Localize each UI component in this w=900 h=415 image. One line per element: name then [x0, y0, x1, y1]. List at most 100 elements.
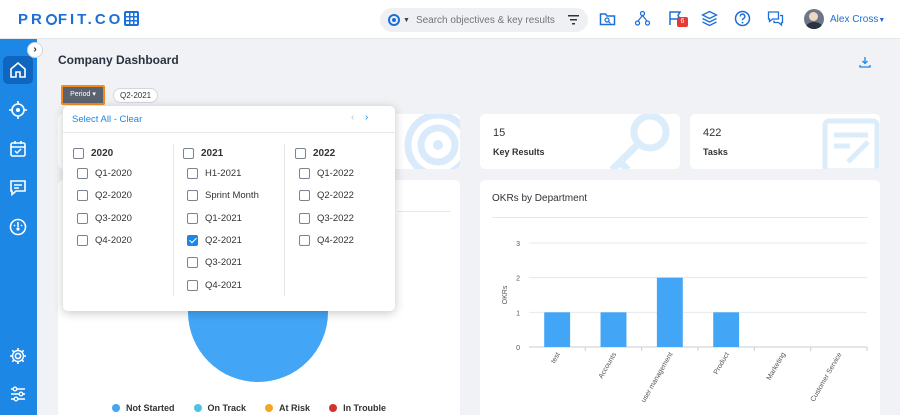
checkbox-icon[interactable]: [299, 234, 310, 246]
checkbox-icon[interactable]: [187, 279, 198, 291]
checkbox-icon[interactable]: [77, 168, 88, 179]
task-calendar-icon[interactable]: [8, 139, 28, 159]
year-checkbox-2[interactable]: 2022: [295, 148, 335, 159]
period-option[interactable]: H1-2021: [187, 168, 241, 179]
y-axis-label: OKRs: [502, 285, 509, 304]
clear-link[interactable]: Clear: [120, 114, 143, 125]
period-button-label: Period: [70, 91, 91, 98]
bar[interactable]: [600, 312, 627, 347]
target-icon[interactable]: [388, 14, 400, 26]
period-option[interactable]: Q1-2021: [187, 212, 242, 224]
x-tick-label: Customer Service: [810, 351, 844, 403]
tasks-stat-card[interactable]: 422 Tasks: [690, 114, 880, 169]
x-tick-label: test: [550, 351, 562, 364]
settings-gear-icon[interactable]: [8, 346, 28, 366]
search-scope-caret-icon[interactable]: ▼: [403, 17, 410, 24]
legend-dot-icon: [112, 404, 120, 412]
period-option[interactable]: Q3-2021: [187, 257, 242, 269]
legend-item[interactable]: On Track: [193, 403, 246, 413]
legend-item[interactable]: Not Started: [112, 403, 175, 413]
checked-checkbox-icon[interactable]: [187, 234, 198, 246]
checkbox-icon[interactable]: [77, 212, 88, 224]
selected-period-chip[interactable]: Q2-2021: [113, 88, 159, 103]
prev-year-chevron-icon[interactable]: ‹: [351, 112, 354, 123]
checkbox-icon[interactable]: [187, 190, 198, 202]
chat-icon[interactable]: [767, 10, 784, 27]
search-input[interactable]: [415, 14, 564, 26]
checkbox-icon[interactable]: [73, 148, 84, 159]
okrs-by-department-card: OKRs by Department 0 1 2 3 OKRs test Accounts u…: [480, 180, 880, 415]
y-tick-label: 3: [516, 241, 520, 248]
key-results-label: Key Results: [493, 147, 545, 157]
card-divider: [398, 211, 450, 212]
checkbox-icon[interactable]: [187, 212, 198, 224]
logo-text-tail: FIT.CO: [57, 11, 124, 28]
year-checkbox-1[interactable]: 2021: [183, 148, 223, 159]
select-clear-links: Select All - Clear: [72, 114, 142, 125]
key-watermark-icon: [609, 114, 670, 169]
checkbox-icon[interactable]: [299, 212, 310, 224]
calendar-grid-icon[interactable]: [124, 11, 139, 26]
legend-item[interactable]: In Trouble: [329, 403, 386, 413]
legend-dot-icon: [329, 404, 338, 412]
hierarchy-icon[interactable]: [634, 10, 651, 27]
profit-co-logo[interactable]: PR FIT.CO: [18, 11, 123, 28]
download-icon[interactable]: [859, 56, 871, 68]
period-option[interactable]: Q2-2021: [187, 234, 242, 246]
checkbox-icon[interactable]: [295, 148, 306, 159]
checkbox-icon[interactable]: [187, 168, 198, 179]
period-option[interactable]: Sprint Month: [187, 190, 259, 202]
layers-icon[interactable]: [701, 10, 718, 27]
home-icon[interactable]: [8, 60, 28, 80]
filter-icon[interactable]: [567, 15, 579, 25]
key-results-count: 15: [493, 127, 506, 139]
folder-search-icon[interactable]: [599, 10, 616, 27]
year-label: 2020: [91, 148, 114, 159]
tasks-label: Tasks: [703, 147, 728, 157]
period-option-label: Q1-2020: [95, 168, 132, 179]
period-option[interactable]: Q4-2021: [187, 279, 242, 291]
objectives-target-icon[interactable]: [8, 100, 28, 120]
legend-label: At Risk: [279, 403, 311, 413]
select-all-link[interactable]: Select All: [72, 114, 111, 125]
checkbox-icon[interactable]: [299, 168, 310, 179]
period-option[interactable]: Q1-2020: [77, 168, 132, 179]
period-option[interactable]: Q1-2022: [299, 168, 354, 179]
user-avatar[interactable]: [804, 9, 824, 29]
legend-item[interactable]: At Risk: [265, 403, 310, 413]
sidebar-collapse-toggle-icon[interactable]: ›: [27, 42, 43, 58]
y-tick-label: 2: [516, 276, 520, 283]
feedback-chat-icon[interactable]: [8, 178, 28, 198]
checkbox-icon[interactable]: [77, 234, 88, 246]
period-option[interactable]: Q3-2022: [299, 212, 354, 224]
checkbox-icon[interactable]: [299, 190, 310, 202]
y-tick-label: 1: [516, 310, 520, 317]
legend-dot-icon: [265, 404, 274, 412]
okrs-bar-chart: 0 1 2 3 OKRs test Accounts user management Produ…: [502, 241, 868, 404]
user-menu[interactable]: Alex Cross▼: [830, 14, 885, 25]
period-option[interactable]: Q2-2022: [299, 190, 354, 202]
next-year-chevron-icon[interactable]: ›: [365, 112, 368, 123]
checkbox-icon[interactable]: [77, 190, 88, 202]
logo-o-icon: [45, 14, 57, 25]
bar[interactable]: [713, 312, 740, 347]
period-filter-button[interactable]: Period ▾: [61, 85, 105, 105]
period-option-label: Q2-2021: [205, 234, 242, 246]
period-option[interactable]: Q2-2020: [77, 190, 132, 202]
user-menu-caret-icon: ▼: [878, 17, 886, 24]
period-option[interactable]: Q3-2020: [77, 212, 132, 224]
checkbox-icon[interactable]: [187, 257, 198, 269]
dropdown-header: Select All - Clear ‹ ›: [63, 106, 395, 133]
period-option[interactable]: Q4-2022: [299, 234, 354, 246]
top-bar: PRFIT.CO ▼ 6 Alex Cross▼: [0, 0, 900, 39]
sliders-adjust-icon[interactable]: [8, 384, 28, 404]
period-option[interactable]: Q4-2020: [77, 234, 132, 246]
bar[interactable]: [656, 277, 683, 347]
key-results-stat-card[interactable]: 15 Key Results: [480, 114, 680, 169]
help-icon[interactable]: [734, 10, 751, 27]
period-option-label: Q1-2022: [317, 168, 354, 179]
bar[interactable]: [544, 312, 571, 347]
dashboard-gauge-icon[interactable]: [8, 217, 28, 237]
year-checkbox-0[interactable]: 2020: [73, 148, 113, 159]
checkbox-icon[interactable]: [183, 148, 194, 159]
